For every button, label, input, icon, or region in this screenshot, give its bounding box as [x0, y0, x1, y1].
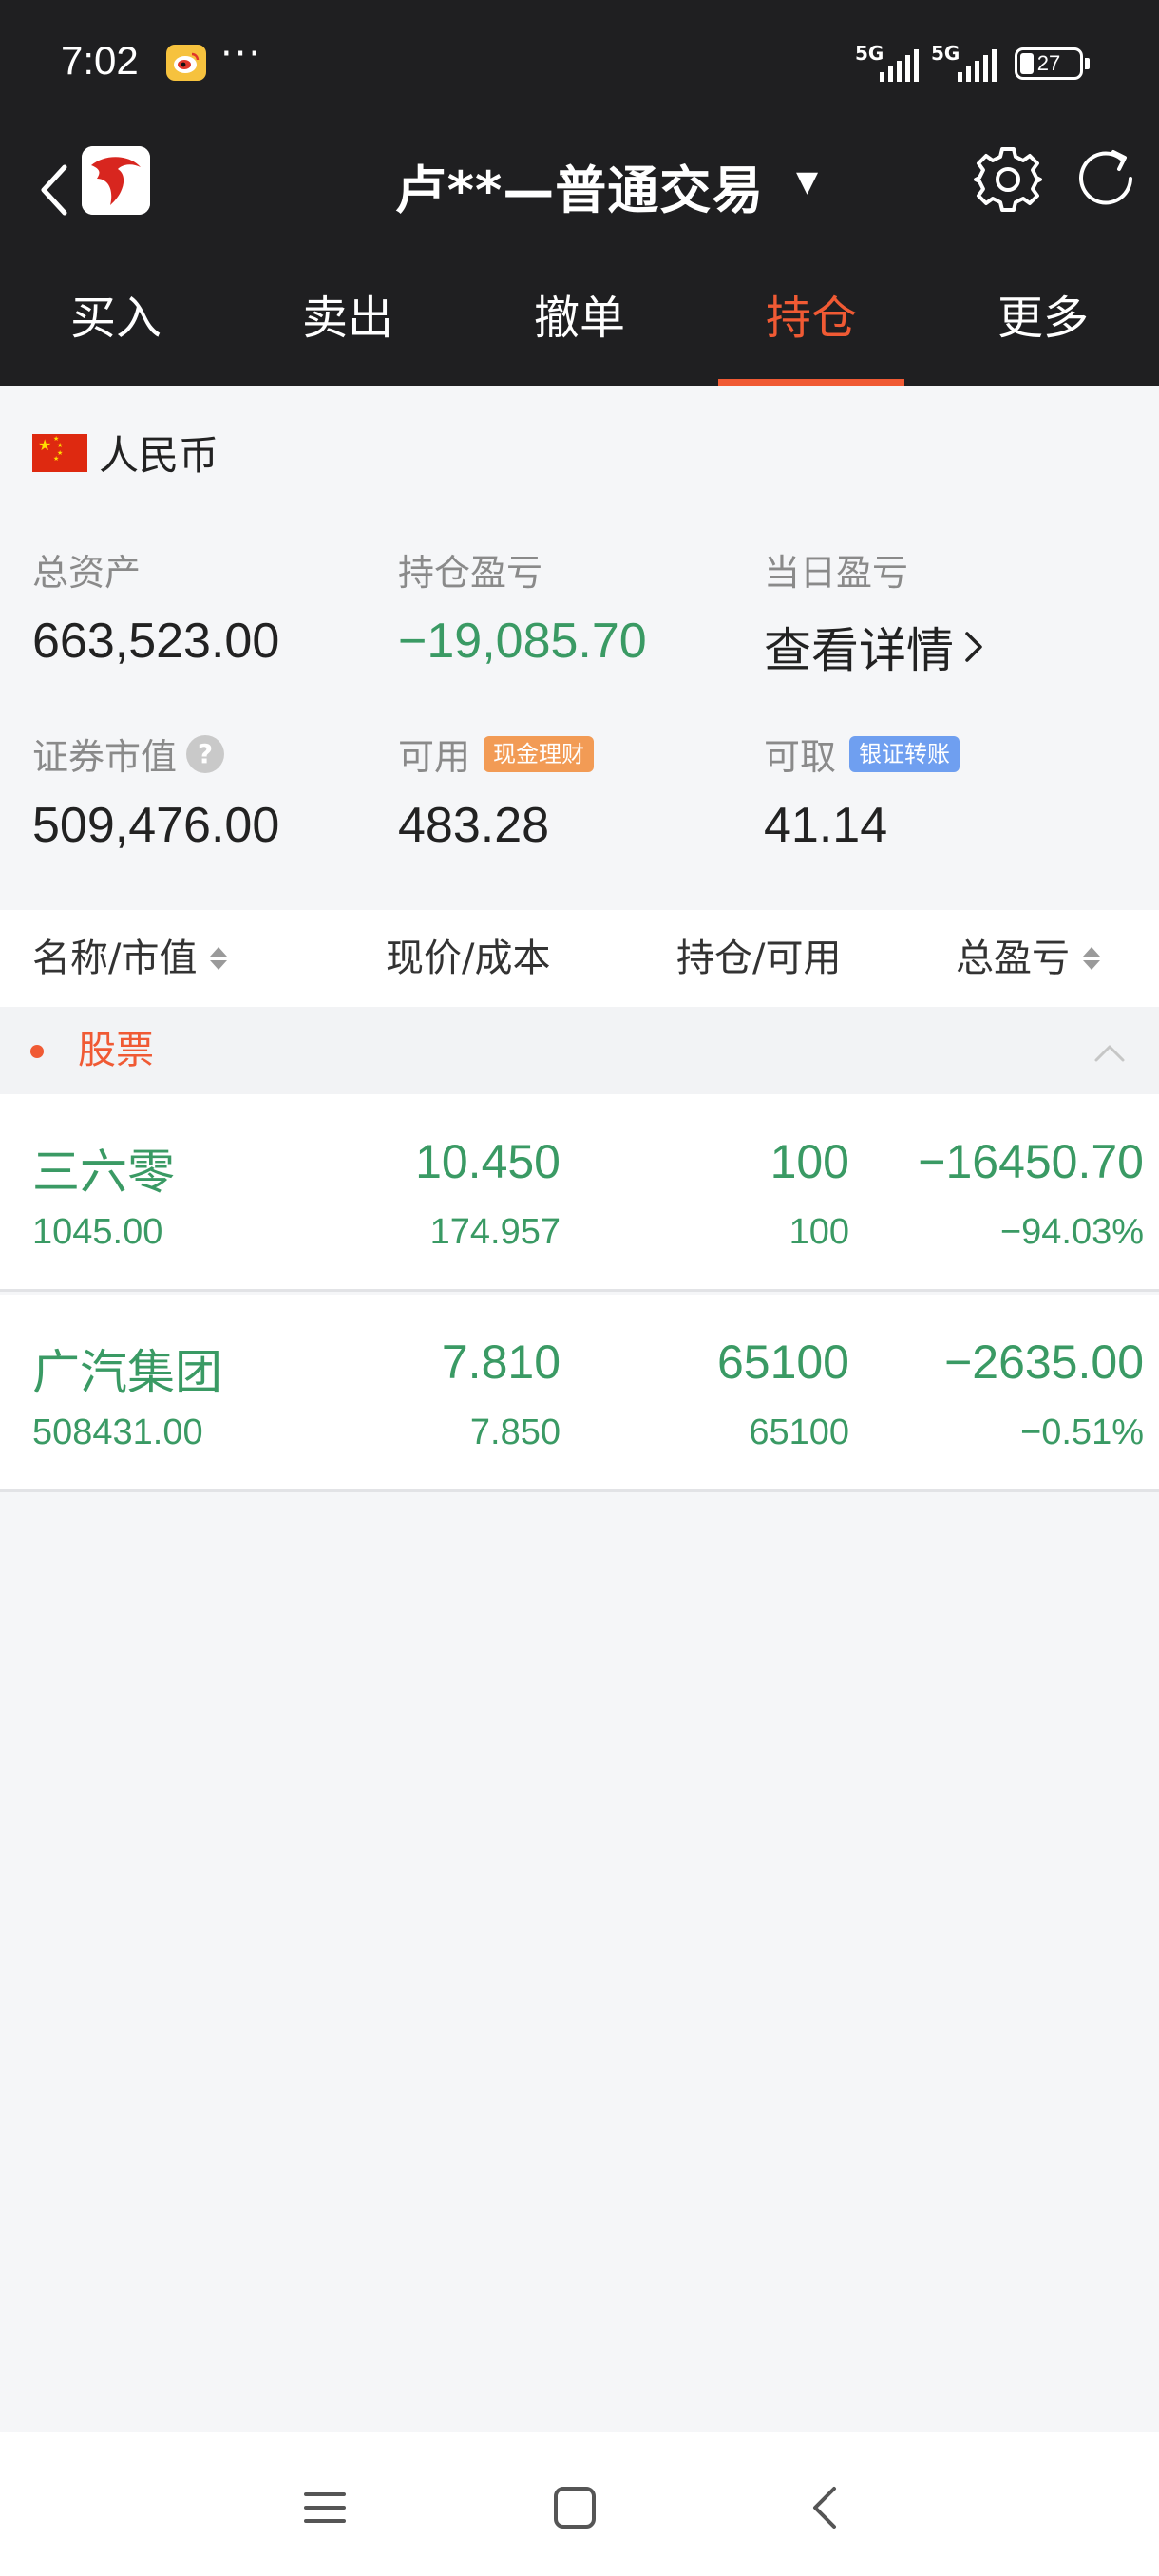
holdings-table-header: 名称/市值 现价/成本 持仓/可用 总盈亏 — [0, 910, 1159, 1007]
tab-positions[interactable]: 持仓 — [695, 256, 927, 386]
gear-icon — [974, 147, 1042, 212]
chevron-up-icon — [1094, 1045, 1125, 1062]
holding-row[interactable]: 三六零 1045.00 10.450 174.957 100 100 −1645… — [0, 1094, 1159, 1292]
back-button[interactable] — [27, 154, 84, 226]
withdrawable-value: 41.14 — [764, 798, 888, 853]
system-navigation-bar — [0, 2432, 1159, 2576]
refresh-button[interactable] — [1070, 142, 1144, 217]
stock-pnl-percent: −0.51% — [1020, 1412, 1144, 1452]
account-summary: ★ ★ ★ ★ ★ 人民币 总资产 663,523.00 持仓盈亏 −19,08… — [0, 386, 1159, 910]
position-pnl: 持仓盈亏 −19,085.70 — [398, 543, 647, 670]
status-bar: 7:02 ··· 5G 5G 27 — [0, 0, 1159, 123]
sort-icon — [1083, 947, 1100, 970]
menu-icon — [304, 2492, 346, 2523]
available-label-row: 可用 现金理财 — [398, 728, 595, 780]
total-assets-label: 总资产 — [32, 552, 142, 594]
back-arrow-icon — [813, 2487, 836, 2529]
section-dot — [30, 1045, 44, 1058]
available-label: 可用 — [398, 736, 471, 778]
account-switcher[interactable] — [380, 144, 826, 217]
withdrawable-label: 可取 — [764, 736, 837, 778]
column-name-value[interactable]: 名称/市值 — [32, 910, 228, 1007]
currency-label: 人民币 — [99, 432, 219, 479]
tab-cancel-order[interactable]: 撤单 — [464, 256, 695, 386]
position-pnl-value: −19,085.70 — [398, 614, 647, 669]
stock-name: 三六零 — [32, 1145, 175, 1200]
stock-available: 100 — [788, 1212, 849, 1252]
total-assets: 总资产 663,523.00 — [32, 543, 279, 670]
stock-cost: 7.850 — [469, 1412, 560, 1452]
china-flag-icon: ★ ★ ★ ★ ★ — [32, 433, 87, 472]
battery-level: 27 — [1036, 51, 1061, 75]
daily-pnl-detail-link[interactable]: 查看详情 — [764, 613, 988, 681]
chevron-left-icon — [41, 164, 67, 216]
market-value: 证券市值 ? 509,476.00 — [32, 728, 279, 854]
weibo-notification-icon — [166, 45, 206, 81]
stock-market-value: 508431.00 — [32, 1412, 203, 1452]
stock-cost: 174.957 — [429, 1212, 560, 1252]
help-icon[interactable]: ? — [186, 734, 225, 773]
column-position-available: 持仓/可用 — [676, 910, 841, 1007]
withdrawable-funds: 可取 银证转账 41.14 — [764, 728, 960, 854]
currency-selector: ★ ★ ★ ★ ★ 人民币 — [32, 424, 218, 482]
stocks-section-header[interactable]: 股票 — [0, 1007, 1159, 1094]
market-value-value: 509,476.00 — [32, 798, 280, 853]
column-total-pnl-label: 总盈亏 — [956, 937, 1070, 980]
stock-market-value: 1045.00 — [32, 1212, 163, 1252]
tab-more[interactable]: 更多 — [927, 256, 1159, 386]
column-total-pnl[interactable]: 总盈亏 — [956, 910, 1100, 1007]
stock-pnl-percent: −94.03% — [999, 1212, 1144, 1252]
more-notifications-icon: ··· — [220, 32, 263, 76]
stock-total-pnl: −16450.70 — [918, 1135, 1144, 1188]
stock-position: 65100 — [716, 1335, 849, 1389]
market-value-label: 证券市值 — [32, 736, 178, 778]
refresh-icon — [1079, 150, 1132, 205]
stock-price: 10.450 — [415, 1135, 560, 1188]
status-time: 7:02 — [61, 38, 139, 83]
settings-button[interactable] — [971, 142, 1045, 217]
cash-management-badge[interactable]: 现金理财 — [484, 735, 595, 772]
withdrawable-label-row: 可取 银证转账 — [764, 728, 960, 780]
bank-transfer-badge[interactable]: 银证转账 — [849, 735, 960, 772]
daily-pnl: 当日盈亏 查看详情 — [764, 543, 988, 681]
stocks-section-label: 股票 — [78, 1029, 154, 1072]
column-position-available-label: 持仓/可用 — [676, 937, 842, 980]
sort-icon — [210, 947, 228, 970]
tab-buy[interactable]: 买入 — [0, 256, 232, 386]
battery-icon: 27 — [1015, 47, 1090, 80]
stock-name: 广汽集团 — [32, 1345, 222, 1400]
square-icon — [554, 2487, 596, 2529]
system-back-button[interactable] — [798, 2479, 855, 2536]
daily-pnl-detail-text: 查看详情 — [764, 623, 954, 678]
signal-icon-1 — [880, 47, 919, 82]
column-price-cost: 现价/成本 — [386, 910, 550, 1007]
stock-position: 100 — [770, 1135, 849, 1188]
signal-icon-2 — [958, 47, 997, 82]
available-funds: 可用 现金理财 483.28 — [398, 728, 595, 854]
home-button[interactable] — [546, 2479, 603, 2536]
tab-sell[interactable]: 卖出 — [232, 256, 464, 386]
available-value: 483.28 — [398, 798, 550, 853]
trade-tabs: 买入 卖出 撤单 持仓 更多 — [0, 256, 1159, 386]
app-logo — [82, 146, 150, 215]
chevron-right-icon — [965, 632, 982, 662]
app-header: 卢**—普通交易 ▼ — [0, 123, 1159, 256]
column-price-cost-label: 现价/成本 — [386, 937, 551, 980]
recent-apps-button[interactable] — [296, 2479, 353, 2536]
daily-pnl-label: 当日盈亏 — [764, 552, 909, 594]
stock-price: 7.810 — [441, 1335, 560, 1389]
position-pnl-label: 持仓盈亏 — [398, 552, 543, 594]
holding-row[interactable]: 广汽集团 508431.00 7.810 7.850 65100 65100 −… — [0, 1295, 1159, 1492]
market-value-label-row: 证券市值 ? — [32, 728, 279, 780]
column-name-value-label: 名称/市值 — [32, 937, 198, 980]
network-type-2: 5G — [931, 42, 960, 65]
stock-total-pnl: −2635.00 — [944, 1335, 1144, 1389]
total-assets-value: 663,523.00 — [32, 614, 280, 669]
stock-available: 65100 — [749, 1412, 849, 1452]
dropdown-caret-icon: ▼ — [796, 165, 819, 199]
